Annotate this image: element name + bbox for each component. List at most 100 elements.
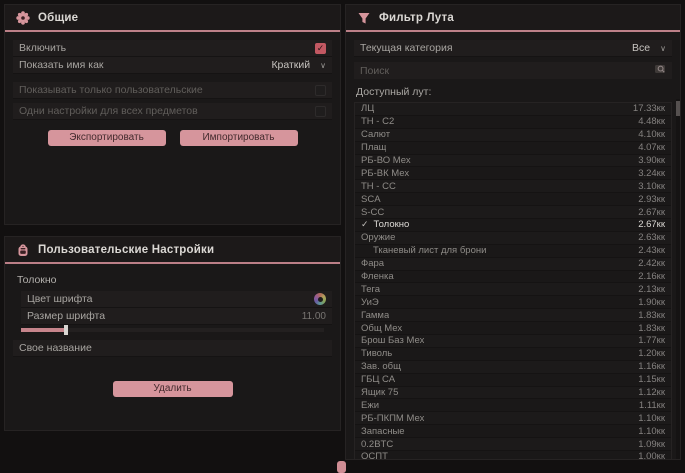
enable-row: Включить ✓ [13, 40, 332, 57]
loot-item-row[interactable]: РБ-ВО Мех 3.90кк [355, 155, 671, 168]
loot-item-name: РБ-ВК Мех [361, 168, 409, 179]
loot-item-name: Плащ [361, 142, 386, 153]
loot-item-name: ЛЦ [361, 103, 374, 114]
same-settings-label: Одни настройки для всех предметов [19, 105, 198, 117]
loot-item-row[interactable]: Гамма1.83кк [355, 309, 671, 322]
loot-item-row[interactable]: Салют4.10кк [355, 129, 671, 142]
delete-button[interactable]: Удалить [113, 381, 233, 397]
loot-item-name: Оружие [361, 232, 395, 243]
user-settings-title: Пользовательские Настройки [38, 244, 214, 256]
color-wheel-icon[interactable] [314, 293, 326, 305]
chevron-down-icon: ∨ [660, 44, 666, 53]
loot-item-value: 1.83кк [638, 323, 665, 334]
loot-item-row[interactable]: Оружие 2.63кк [355, 232, 671, 245]
loot-item-row[interactable]: УиЭ1.90кк [355, 296, 671, 309]
loot-item-row[interactable]: Тиволь1.20кк [355, 348, 671, 361]
loot-item-value: 2.63кк [638, 232, 665, 243]
chevron-down-icon: ∨ [320, 61, 326, 70]
same-settings-checkbox[interactable] [315, 106, 326, 117]
loot-item-row[interactable]: Общ Мех 1.83кк [355, 322, 671, 335]
only-custom-row: Показывать только пользовательские [13, 82, 332, 99]
loot-item-value: 2.43кк [638, 245, 665, 256]
loot-item-row[interactable]: ОСПТ1.00кк [355, 451, 671, 460]
loot-item-name: 0.2BTC [361, 439, 393, 450]
general-settings-panel: Общие Включить ✓ Показать имя как Кратки… [4, 4, 341, 225]
font-size-slider[interactable] [21, 328, 324, 332]
enable-checkbox[interactable]: ✓ [315, 43, 326, 54]
loot-item-row[interactable]: S-СС2.67кк [355, 206, 671, 219]
loot-item-name: Гамма [361, 310, 389, 321]
slider-fill [21, 328, 66, 332]
loot-item-value: 3.90кк [638, 155, 665, 166]
only-custom-checkbox[interactable] [315, 85, 326, 96]
loot-item-value: 1.90кк [638, 297, 665, 308]
loot-item-name: РБ-ПКПМ Мех [361, 413, 424, 424]
check-icon: ✓ [361, 219, 369, 230]
loot-item-row[interactable]: Тканевый лист для брони2.43кк [355, 245, 671, 258]
loot-item-value: 2.42кк [638, 258, 665, 269]
loot-item-row[interactable]: SCA2.93кк [355, 193, 671, 206]
general-panel-title: Общие [38, 12, 78, 24]
font-size-label: Размер шрифта [27, 310, 105, 322]
selected-item-label: Толокно [17, 274, 328, 286]
loot-item-row[interactable]: РБ-ПКПМ Мех1.10кк [355, 412, 671, 425]
show-name-as-row: Показать имя как Краткий ∨ [13, 57, 332, 74]
loot-item-row[interactable]: Фара 2.42кк [355, 258, 671, 271]
category-row: Текущая категория Все ∨ [354, 40, 672, 57]
font-size-value: 11.00 [302, 311, 326, 322]
loot-item-name: Фара [361, 258, 384, 269]
loot-item-name: Общ Мех [361, 323, 402, 334]
loot-item-row[interactable]: Зав. общ1.16кк [355, 361, 671, 374]
scrollbar-thumb[interactable] [676, 101, 680, 116]
loot-item-value: 2.93кк [638, 194, 665, 205]
custom-name-row[interactable]: Свое название [13, 340, 332, 357]
loot-item-row[interactable]: ТН - СС3.10кк [355, 180, 671, 193]
show-name-as-value: Краткий [271, 59, 310, 71]
loot-item-name: Ящик 75 [361, 387, 398, 398]
loot-item-row[interactable]: Ящик 751.12кк [355, 387, 671, 400]
loot-item-row[interactable]: Фленка 2.16кк [355, 271, 671, 284]
loot-item-value: 4.10кк [638, 129, 665, 140]
search-input[interactable]: Поиск [354, 62, 672, 79]
loot-item-row[interactable]: Запасные1.10кк [355, 425, 671, 438]
window-resize-handle[interactable] [337, 461, 346, 473]
category-select[interactable]: Все ∨ [632, 42, 666, 54]
loot-item-name: Брош Баз Мех [361, 335, 424, 346]
loot-item-name: РБ-ВО Мех [361, 155, 411, 166]
loot-item-row[interactable]: ЛЦ17.33кк [355, 103, 671, 116]
slider-knob[interactable] [64, 325, 68, 335]
loot-item-row[interactable]: РБ-ВК Мех3.24кк [355, 167, 671, 180]
export-button[interactable]: Экспортировать [48, 130, 166, 146]
loot-item-value: 1.11кк [639, 400, 665, 411]
loot-filter-header: Фильтр Лута [346, 5, 680, 32]
loot-item-row[interactable]: ✓Толокно2.67кк [355, 219, 671, 232]
loot-item-value: 1.20кк [638, 348, 665, 359]
loot-list-scrollbar[interactable] [676, 99, 680, 460]
loot-item-row[interactable]: Брош Баз Мех1.77кк [355, 335, 671, 348]
loot-item-name: ТН - СС [361, 181, 396, 192]
loot-item-value: 4.07кк [638, 142, 665, 153]
loot-item-value: 1.09кк [638, 439, 665, 450]
loot-item-value: 1.00кк [638, 451, 665, 460]
font-color-row: Цвет шрифта [21, 291, 332, 308]
import-button[interactable]: Импортировать [180, 130, 298, 146]
loot-item-name: ГБЦ СА [361, 374, 395, 385]
show-name-as-select[interactable]: Краткий ∨ [271, 59, 326, 71]
loot-item-name: Фленка [361, 271, 394, 282]
category-value: Все [632, 42, 650, 54]
loot-item-name: Зав. общ [361, 361, 401, 372]
enable-label: Включить [19, 42, 66, 54]
loot-list: ЛЦ17.33ккТН - С24.48ккСалют4.10ккПлащ 4.0… [354, 102, 672, 460]
loot-item-value: 4.48кк [638, 116, 665, 127]
loot-item-row[interactable]: ГБЦ СА1.15кк [355, 374, 671, 387]
show-name-as-label: Показать имя как [19, 59, 104, 71]
loot-item-row[interactable]: 0.2BTC 1.09кк [355, 438, 671, 451]
loot-item-row[interactable]: ТН - С24.48кк [355, 116, 671, 129]
user-settings-header: Пользовательские Настройки [5, 237, 340, 264]
loot-item-row[interactable]: Плащ 4.07кк [355, 142, 671, 155]
loot-item-value: 2.16кк [638, 271, 665, 282]
loot-item-name: Ежи [361, 400, 379, 411]
loot-item-name: Запасные [361, 426, 405, 437]
loot-item-row[interactable]: Тега2.13кк [355, 283, 671, 296]
loot-item-row[interactable]: Ежи 1.11кк [355, 399, 671, 412]
